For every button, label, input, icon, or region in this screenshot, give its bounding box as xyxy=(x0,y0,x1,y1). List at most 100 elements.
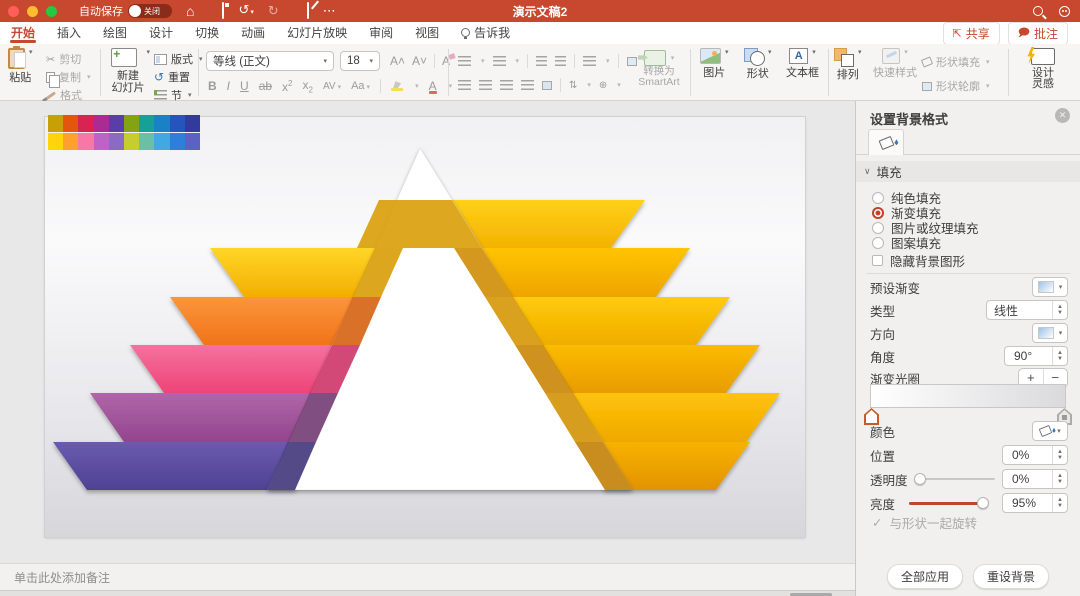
hide-background-checkbox[interactable]: 隐藏背景图形 xyxy=(872,253,965,269)
shape-outline-button[interactable]: 形状轮廓 ▾ xyxy=(922,78,990,94)
shrink-font-icon[interactable]: A˅ xyxy=(412,54,427,68)
subscript-icon[interactable]: x2 xyxy=(303,78,313,94)
cut-button[interactable]: ✂ 剪切 xyxy=(46,51,91,67)
transparency-slider[interactable] xyxy=(913,473,995,485)
save-icon[interactable] xyxy=(208,0,225,22)
search-icon[interactable] xyxy=(1033,6,1043,16)
font-size-select[interactable]: 18 ▾ xyxy=(340,51,380,71)
align-center-icon[interactable] xyxy=(479,79,492,91)
more-commands-icon[interactable]: ⋯ xyxy=(323,0,336,22)
pattern-fill-option[interactable]: 图案填充 xyxy=(872,235,941,251)
strikethrough-icon[interactable]: ab xyxy=(259,79,272,93)
layout-button[interactable]: 版式 ▾ xyxy=(154,51,203,67)
spinner-arrows-icon[interactable]: ▲ ▼ xyxy=(1051,494,1067,512)
paste-button[interactable]: ▾ 粘贴 xyxy=(8,46,33,84)
convert-smartart-button[interactable]: ▾ 转换为 SmartArt xyxy=(630,50,688,88)
shapes-button[interactable]: ▾ 形状 xyxy=(744,48,772,80)
brightness-spinner[interactable]: 95% ▲ ▼ xyxy=(1001,493,1068,513)
spinner-arrows-icon[interactable]: ▲ ▼ xyxy=(1052,446,1067,464)
check-icon: ✓ xyxy=(872,516,883,530)
tab-home[interactable]: 开始 xyxy=(0,22,46,44)
textbox-button[interactable]: A ▾ 文本框 xyxy=(786,48,819,79)
horizontal-scrollbar[interactable] xyxy=(0,590,855,596)
fill-section-header[interactable]: ∨ 填充 xyxy=(856,161,1080,182)
palette-swatch xyxy=(139,133,155,150)
comments-button[interactable]: 🗩 批注 xyxy=(1007,21,1068,45)
notes-placeholder[interactable]: 单击此处添加备注 xyxy=(0,563,855,590)
italic-icon[interactable]: I xyxy=(227,79,230,93)
apply-to-all-button[interactable]: 全部应用 xyxy=(886,564,963,589)
shape-fill-button[interactable]: 形状填充 ▾ xyxy=(920,54,990,70)
undo-icon[interactable]: ↺▾ xyxy=(238,0,253,24)
brightness-slider[interactable] xyxy=(908,497,989,509)
align-right-icon[interactable] xyxy=(500,79,513,91)
share-button[interactable]: ⇱ 共享 xyxy=(942,21,1000,45)
home-icon[interactable]: ⌂ xyxy=(186,0,194,22)
text-direction-icon[interactable]: ⇅ xyxy=(569,80,577,91)
align-text-icon[interactable]: ⊕ xyxy=(599,80,607,91)
redo-icon[interactable]: ↻ xyxy=(268,0,279,22)
tab-animations[interactable]: 动画 xyxy=(230,22,276,44)
grow-font-icon[interactable]: A˄ xyxy=(390,54,405,68)
picture-button[interactable]: ▾ 图片 xyxy=(700,48,729,79)
direction-picker[interactable]: ▾ xyxy=(1032,323,1068,343)
tab-insert[interactable]: 插入 xyxy=(46,22,92,44)
font-name-select[interactable]: 等线 (正文) ▾ xyxy=(206,51,334,71)
arrange-button[interactable]: ▾ 排列 xyxy=(834,48,862,81)
justify-icon[interactable] xyxy=(521,79,534,91)
close-panel-icon[interactable]: ✕ xyxy=(1055,108,1070,123)
gradient-type-select[interactable]: 线性 ▲ ▼ xyxy=(986,300,1068,320)
tab-slideshow[interactable]: 幻灯片放映 xyxy=(276,22,358,44)
slider-knob[interactable] xyxy=(913,473,926,485)
autosave-toggle[interactable]: 关闭 xyxy=(128,4,172,18)
gradient-stops-bar[interactable] xyxy=(864,384,1072,425)
angle-spinner[interactable]: 90° ▲ ▼ xyxy=(1004,346,1068,366)
highlight-icon[interactable] xyxy=(391,81,404,92)
fill-tab[interactable] xyxy=(868,129,904,155)
shape-fill-icon xyxy=(920,56,934,68)
lightbulb-icon xyxy=(461,28,471,39)
bold-icon[interactable]: B xyxy=(208,79,217,93)
position-spinner[interactable]: 0% ▲ ▼ xyxy=(1002,445,1068,465)
rotate-with-shape-checkbox[interactable]: ✓ 与形状一起旋转 xyxy=(872,515,977,531)
new-slide-button[interactable]: ▾ 新建幻灯片 xyxy=(106,47,150,94)
font-color-icon[interactable]: A xyxy=(428,80,437,95)
reset-button[interactable]: ↺ 重置 xyxy=(154,69,203,85)
slider-knob[interactable] xyxy=(976,497,989,509)
spinner-arrows-icon[interactable]: ▲ ▼ xyxy=(1052,347,1067,365)
tab-view[interactable]: 视图 xyxy=(404,22,450,44)
bullets-icon[interactable] xyxy=(458,55,471,67)
ink-icon[interactable] xyxy=(293,0,309,22)
numbering-icon[interactable] xyxy=(492,55,506,67)
spinner-arrows-icon[interactable]: ▲ ▼ xyxy=(1051,470,1067,488)
align-left-icon[interactable] xyxy=(458,79,471,91)
preset-gradient-picker[interactable]: ▾ xyxy=(1032,277,1068,297)
zoom-window-button[interactable] xyxy=(46,5,57,17)
design-ideas-button[interactable]: 设计 灵感 xyxy=(1018,48,1068,90)
underline-icon[interactable]: U xyxy=(240,79,249,93)
stop-color-picker[interactable]: ▾ xyxy=(1032,421,1068,441)
tab-tell-me[interactable]: 告诉我 xyxy=(450,22,521,44)
transparency-spinner[interactable]: 0% ▲ ▼ xyxy=(1001,469,1068,489)
titlebar: 自动保存 关闭 ⌂ ↺▾ ↻ ⋯ 演示文稿2 xyxy=(0,0,1080,22)
character-spacing-icon[interactable]: AV ▾ xyxy=(323,81,341,92)
autosave-control[interactable]: 自动保存 关闭 xyxy=(79,3,172,19)
minimize-window-button[interactable] xyxy=(27,5,38,17)
decrease-indent-icon[interactable] xyxy=(536,55,548,67)
tab-review[interactable]: 审阅 xyxy=(358,22,404,44)
close-window-button[interactable] xyxy=(8,5,19,17)
slide-canvas[interactable] xyxy=(45,115,805,537)
copy-button[interactable]: 复制 ▾ xyxy=(46,69,91,88)
change-case-icon[interactable]: Aa ▾ xyxy=(351,80,370,92)
quick-styles-button[interactable]: ▾ 快速样式 xyxy=(872,48,918,79)
line-spacing-icon[interactable] xyxy=(583,55,597,67)
feedback-icon[interactable] xyxy=(1059,5,1070,17)
superscript-icon[interactable]: x2 xyxy=(282,79,292,94)
increase-indent-icon[interactable] xyxy=(555,55,567,67)
tab-transitions[interactable]: 切换 xyxy=(184,22,230,44)
tab-draw[interactable]: 绘图 xyxy=(92,22,138,44)
reset-background-button[interactable]: 重设背景 xyxy=(973,564,1050,589)
palette-swatch xyxy=(123,133,140,150)
add-remove-columns-icon[interactable] xyxy=(542,80,552,90)
tab-design[interactable]: 设计 xyxy=(138,22,184,44)
